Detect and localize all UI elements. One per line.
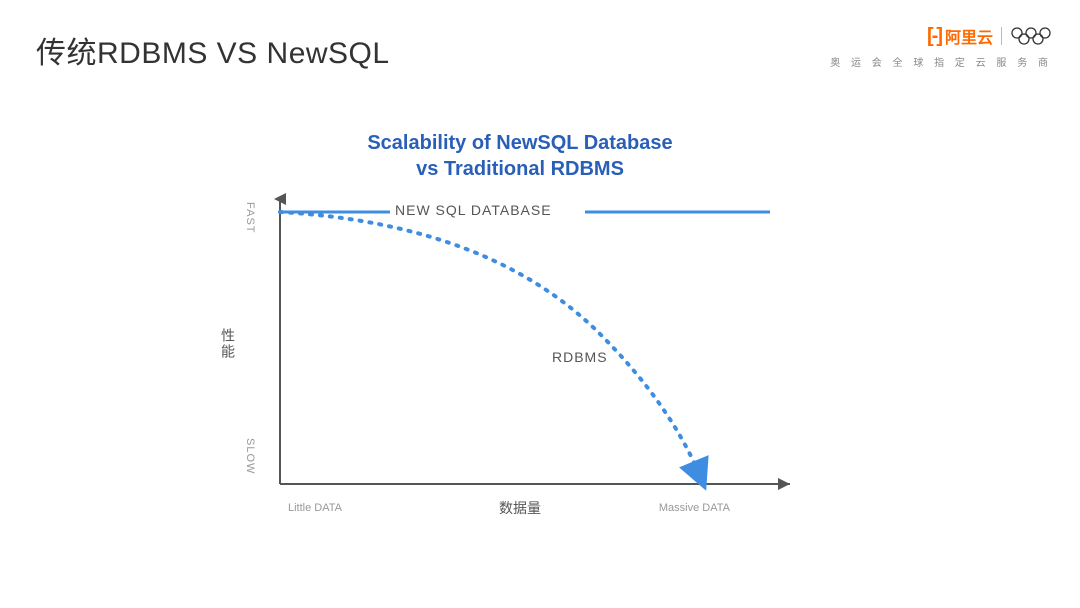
chart-title-line2: vs Traditional RDBMS (416, 158, 624, 180)
x-tick-little: Little DATA (288, 502, 342, 514)
branding-block: [-] 阿里云 奥 运 会 全 球 指 定 云 服 务 商 (830, 24, 1052, 69)
y-axis-label: 性能 (218, 328, 238, 360)
olympic-rings-icon (1010, 26, 1052, 46)
data-lines (240, 194, 800, 494)
x-axis-label: 数据量 (499, 498, 541, 518)
chart-title-line1: Scalability of NewSQL Database (367, 132, 672, 154)
chart-title: Scalability of NewSQL Database vs Tradit… (240, 130, 800, 182)
logo-divider (1001, 27, 1002, 45)
slide-title: 传统RDBMS VS NewSQL (36, 28, 390, 72)
scalability-chart: Scalability of NewSQL Database vs Tradit… (240, 130, 800, 510)
tagline: 奥 运 会 全 球 指 定 云 服 务 商 (830, 54, 1052, 69)
logo-text: 阿里云 (945, 24, 993, 48)
x-tick-massive: Massive DATA (659, 502, 730, 514)
plot-area: 性能 FAST SLOW 数据量 Little DATA Massive DAT… (240, 194, 800, 494)
alibaba-cloud-logo: [-] 阿里云 (927, 24, 993, 48)
bracket-icon: [-] (927, 25, 941, 48)
